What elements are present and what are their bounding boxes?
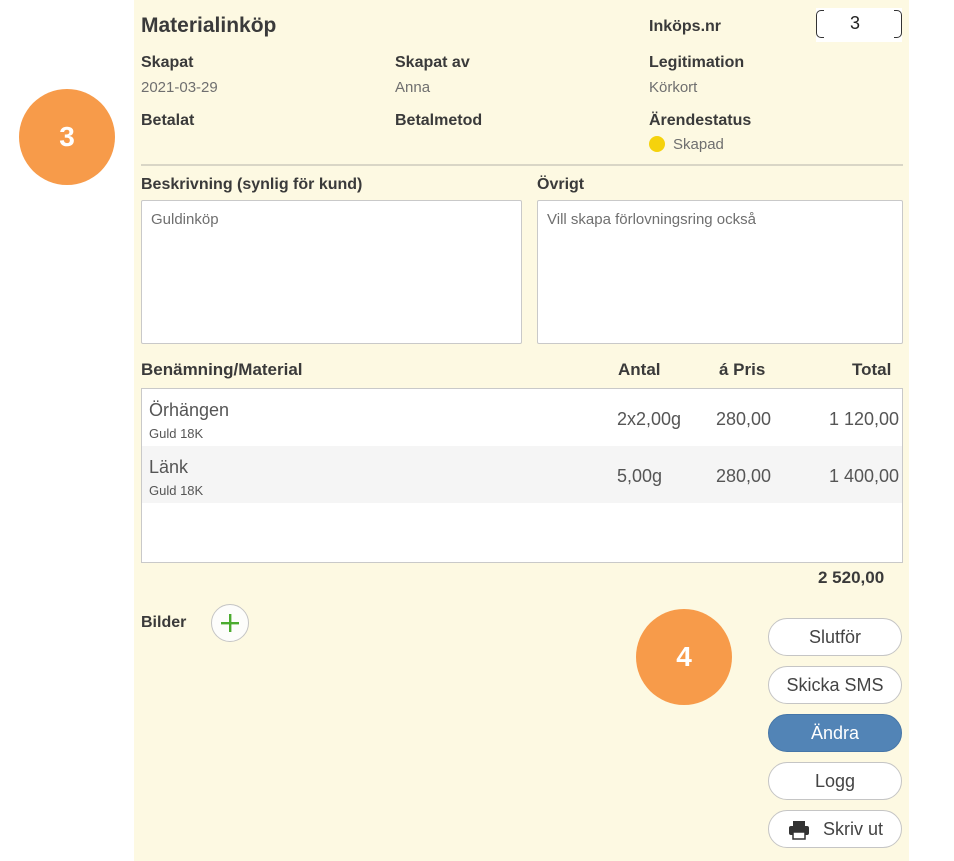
add-image-button[interactable] xyxy=(211,604,249,642)
purchase-nr-value: 3 xyxy=(850,13,861,33)
row-name: Örhängen xyxy=(149,400,230,420)
divider xyxy=(141,164,903,166)
finish-button[interactable]: Slutför xyxy=(768,618,902,656)
edit-button[interactable]: Ändra xyxy=(768,714,902,752)
other-textarea[interactable]: Vill skapa förlovningsring också xyxy=(537,200,903,344)
purchase-nr-label: Inköps.nr xyxy=(649,18,722,35)
row-material: Guld 18K xyxy=(149,426,204,441)
log-button[interactable]: Logg xyxy=(768,762,902,800)
column-header-name: Benämning/Material xyxy=(141,360,303,379)
description-textarea[interactable]: Guldinköp xyxy=(141,200,522,344)
printer-icon xyxy=(789,821,809,840)
table-row[interactable]: Länk Guld 18K 5,00g 280,00 1 400,00 xyxy=(142,446,902,503)
print-label: Skriv ut xyxy=(823,819,884,839)
row-qty: 2x2,00g xyxy=(617,409,682,429)
column-header-price: á Pris xyxy=(719,360,766,379)
column-header-total: Total xyxy=(852,360,892,379)
images-label: Bilder xyxy=(141,614,187,631)
created-by-label: Skapat av xyxy=(395,54,470,71)
plus-icon xyxy=(221,614,239,632)
payment-method-label: Betalmetod xyxy=(395,112,483,129)
other-label: Övrigt xyxy=(537,176,585,193)
row-name: Länk xyxy=(149,457,189,477)
row-total: 1 120,00 xyxy=(829,409,900,429)
purchase-nr-field[interactable]: 3 xyxy=(816,8,902,42)
send-sms-button[interactable]: Skicka SMS xyxy=(768,666,902,704)
created-value: 2021-03-29 xyxy=(141,79,218,96)
description-label: Beskrivning (synlig för kund) xyxy=(141,176,363,193)
page-title: Materialinköp xyxy=(141,14,277,37)
status-dot-icon xyxy=(649,136,665,152)
case-status-label: Ärendestatus xyxy=(649,112,752,129)
callout-badge-left: 3 xyxy=(19,89,115,185)
row-qty: 5,00g xyxy=(617,466,663,486)
table-row[interactable]: Örhängen Guld 18K 2x2,00g 280,00 1 120,0… xyxy=(142,389,902,446)
callout-badge-right: 4 xyxy=(636,609,732,705)
identification-value: Körkort xyxy=(649,79,698,96)
created-label: Skapat xyxy=(141,54,194,71)
paid-label: Betalat xyxy=(141,112,195,129)
case-status-value: Skapad xyxy=(673,136,724,153)
grand-total: 2 520,00 xyxy=(818,568,885,587)
print-button[interactable]: Skriv ut xyxy=(768,810,902,848)
row-price: 280,00 xyxy=(716,466,772,486)
row-price: 280,00 xyxy=(716,409,772,429)
column-header-qty: Antal xyxy=(618,360,661,379)
identification-label: Legitimation xyxy=(649,54,745,71)
row-total: 1 400,00 xyxy=(829,466,900,486)
row-material: Guld 18K xyxy=(149,483,204,498)
created-by-value: Anna xyxy=(395,79,431,96)
material-table: Örhängen Guld 18K 2x2,00g 280,00 1 120,0… xyxy=(141,388,903,563)
